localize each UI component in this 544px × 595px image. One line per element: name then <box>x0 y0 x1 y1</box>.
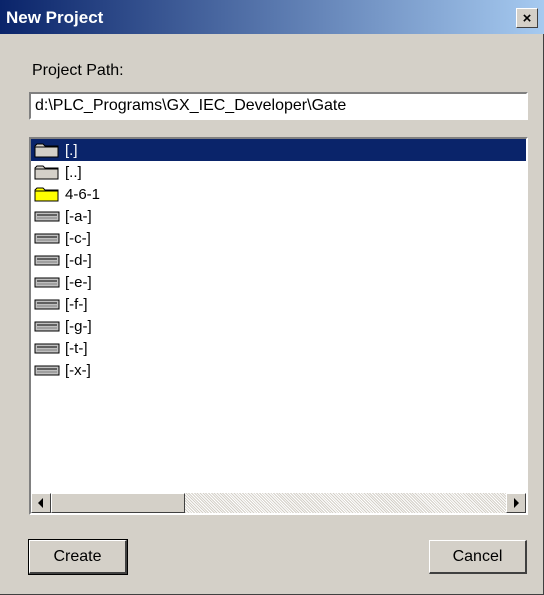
list-item-label: [.] <box>65 141 78 159</box>
list-item[interactable]: [-g-] <box>31 315 526 337</box>
project-path-label: Project Path: <box>32 62 124 79</box>
folder-list: [.] [..] 4-6-1 [-a-] [-c-] [-d-] [-e-] [-f-] [-g… <box>31 139 526 381</box>
list-item-label: [-a-] <box>65 207 92 225</box>
list-item[interactable]: [-a-] <box>31 205 526 227</box>
list-item[interactable]: [-c-] <box>31 227 526 249</box>
list-item[interactable]: [-t-] <box>31 337 526 359</box>
list-item[interactable]: [-d-] <box>31 249 526 271</box>
folder-listbox[interactable]: [.] [..] 4-6-1 [-a-] [-c-] [-d-] [-e-] [-f-] [-g… <box>29 137 528 515</box>
drive-icon <box>34 208 62 224</box>
list-item-label: [-e-] <box>65 273 92 291</box>
scroll-right-button[interactable] <box>506 493 526 513</box>
drive-icon <box>34 274 62 290</box>
project-path-input[interactable] <box>29 92 528 120</box>
list-item-label: [-c-] <box>65 229 91 247</box>
scroll-left-button[interactable] <box>31 493 51 513</box>
list-item-label: [-f-] <box>65 295 88 313</box>
list-item[interactable]: [-f-] <box>31 293 526 315</box>
create-button[interactable]: Create <box>28 539 128 575</box>
drive-icon <box>34 318 62 334</box>
folder-icon <box>34 142 62 158</box>
list-item-label: [-d-] <box>65 251 92 269</box>
list-item[interactable]: [..] <box>31 161 526 183</box>
horizontal-scrollbar[interactable] <box>31 493 526 513</box>
drive-icon <box>34 296 62 312</box>
list-item[interactable]: 4-6-1 <box>31 183 526 205</box>
drive-icon <box>34 362 62 378</box>
yellow-folder-icon <box>34 186 62 202</box>
list-item[interactable]: [-e-] <box>31 271 526 293</box>
list-item-label: 4-6-1 <box>65 185 101 203</box>
folder-icon <box>34 164 62 180</box>
list-item[interactable]: [.] <box>31 139 526 161</box>
drive-icon <box>34 230 62 246</box>
close-icon: × <box>522 9 532 27</box>
list-item-label: [-t-] <box>65 339 88 357</box>
window-title: New Project <box>6 8 104 27</box>
scrollbar-thumb[interactable] <box>51 493 185 513</box>
drive-icon <box>34 252 62 268</box>
drive-icon <box>34 340 62 356</box>
list-item-label: [-g-] <box>65 317 92 335</box>
title-bar[interactable]: New Project × <box>0 0 544 34</box>
close-button[interactable]: × <box>516 8 538 28</box>
list-item-label: [-x-] <box>65 361 91 379</box>
right-arrow-icon <box>514 498 519 508</box>
list-item-label: [..] <box>65 163 82 181</box>
left-arrow-icon <box>38 498 43 508</box>
cancel-button[interactable]: Cancel <box>429 540 527 574</box>
list-item[interactable]: [-x-] <box>31 359 526 381</box>
new-project-dialog: New Project × Project Path: [.] [..] 4-6-1… <box>0 0 544 595</box>
